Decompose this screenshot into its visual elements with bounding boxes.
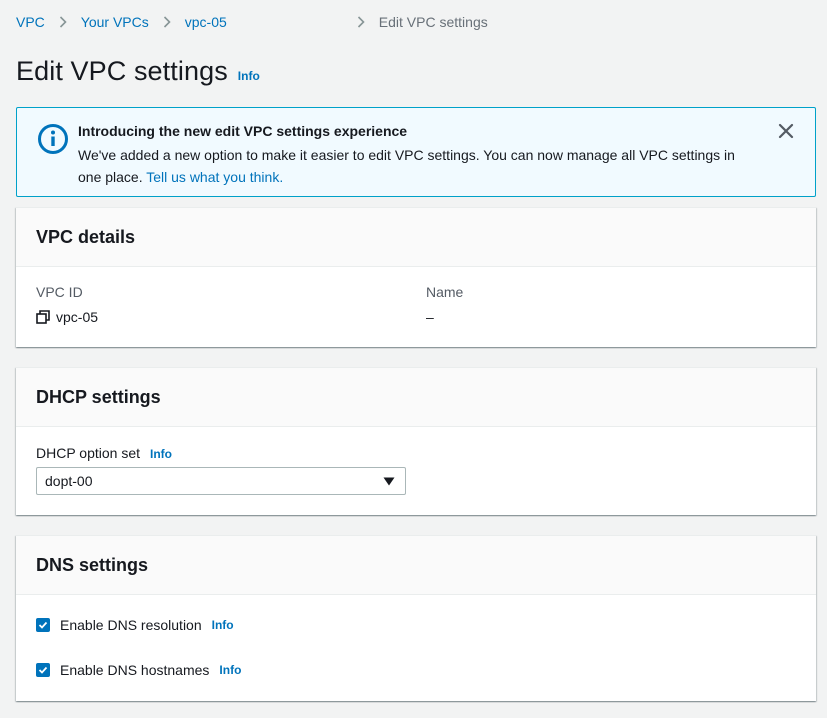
chevron-right-icon bbox=[343, 16, 379, 28]
breadcrumb-vpc[interactable]: VPC bbox=[16, 14, 45, 30]
name-label: Name bbox=[426, 284, 464, 300]
banner-body: We've added a new option to make it easi… bbox=[78, 144, 758, 188]
info-circle-icon bbox=[38, 124, 68, 154]
copy-icon[interactable] bbox=[36, 310, 50, 324]
dhcp-option-set-select[interactable]: dopt-00 bbox=[36, 467, 406, 495]
checkmark-icon bbox=[38, 621, 48, 629]
dns-resolution-row: Enable DNS resolution Info bbox=[36, 617, 234, 633]
dns-settings-title: DNS settings bbox=[36, 554, 149, 575]
info-banner: Introducing the new edit VPC settings ex… bbox=[16, 107, 816, 197]
page-header: Edit VPC settings Info bbox=[16, 56, 260, 87]
vpc-details-title: VPC details bbox=[36, 226, 136, 247]
breadcrumb: VPC Your VPCs vpc-05 Edit VPC settings bbox=[16, 13, 488, 31]
breadcrumb-current: Edit VPC settings bbox=[378, 14, 488, 30]
dns-hostnames-row: Enable DNS hostnames Info bbox=[36, 662, 241, 678]
dns-resolution-label[interactable]: Enable DNS resolution bbox=[60, 617, 202, 633]
dhcp-settings-panel: DHCP settings DHCP option set Info dopt-… bbox=[16, 367, 816, 515]
dhcp-info-link[interactable]: Info bbox=[150, 447, 172, 461]
dhcp-settings-title: DHCP settings bbox=[36, 386, 161, 407]
dhcp-option-set-label-row: DHCP option set Info bbox=[36, 445, 172, 461]
chevron-right-icon bbox=[149, 16, 185, 28]
dhcp-option-set-label: DHCP option set bbox=[36, 445, 141, 461]
name-value: – bbox=[426, 309, 434, 325]
dns-hostnames-label[interactable]: Enable DNS hostnames bbox=[60, 662, 209, 678]
vpc-id-label: VPC ID bbox=[36, 284, 83, 300]
dns-hostnames-info-link[interactable]: Info bbox=[219, 663, 241, 677]
dns-resolution-checkbox[interactable] bbox=[36, 618, 50, 632]
dns-resolution-info-link[interactable]: Info bbox=[212, 618, 234, 632]
vpc-id-text: vpc-05 bbox=[56, 309, 99, 325]
dns-settings-panel: DNS settings Enable DNS resolution Info … bbox=[16, 535, 816, 701]
breadcrumb-vpc-id[interactable]: vpc-05 bbox=[185, 14, 227, 30]
vpc-details-panel: VPC details VPC ID vpc-05 Name – bbox=[16, 207, 816, 347]
dns-hostnames-checkbox[interactable] bbox=[36, 663, 50, 677]
page-info-link[interactable]: Info bbox=[238, 69, 260, 83]
panel-header: VPC details bbox=[16, 208, 816, 267]
breadcrumb-your-vpcs[interactable]: Your VPCs bbox=[81, 14, 149, 30]
panel-header: DNS settings bbox=[16, 536, 816, 595]
banner-title: Introducing the new edit VPC settings ex… bbox=[78, 123, 408, 139]
caret-down-icon bbox=[383, 477, 395, 486]
vpc-id-value: vpc-05 bbox=[36, 309, 98, 325]
page-title: Edit VPC settings bbox=[16, 56, 228, 86]
chevron-right-icon bbox=[45, 16, 81, 28]
panel-header: DHCP settings bbox=[16, 368, 816, 427]
select-value: dopt-00 bbox=[45, 473, 93, 489]
feedback-link[interactable]: Tell us what you think. bbox=[146, 169, 283, 185]
checkmark-icon bbox=[38, 666, 48, 674]
close-icon[interactable] bbox=[777, 122, 795, 140]
